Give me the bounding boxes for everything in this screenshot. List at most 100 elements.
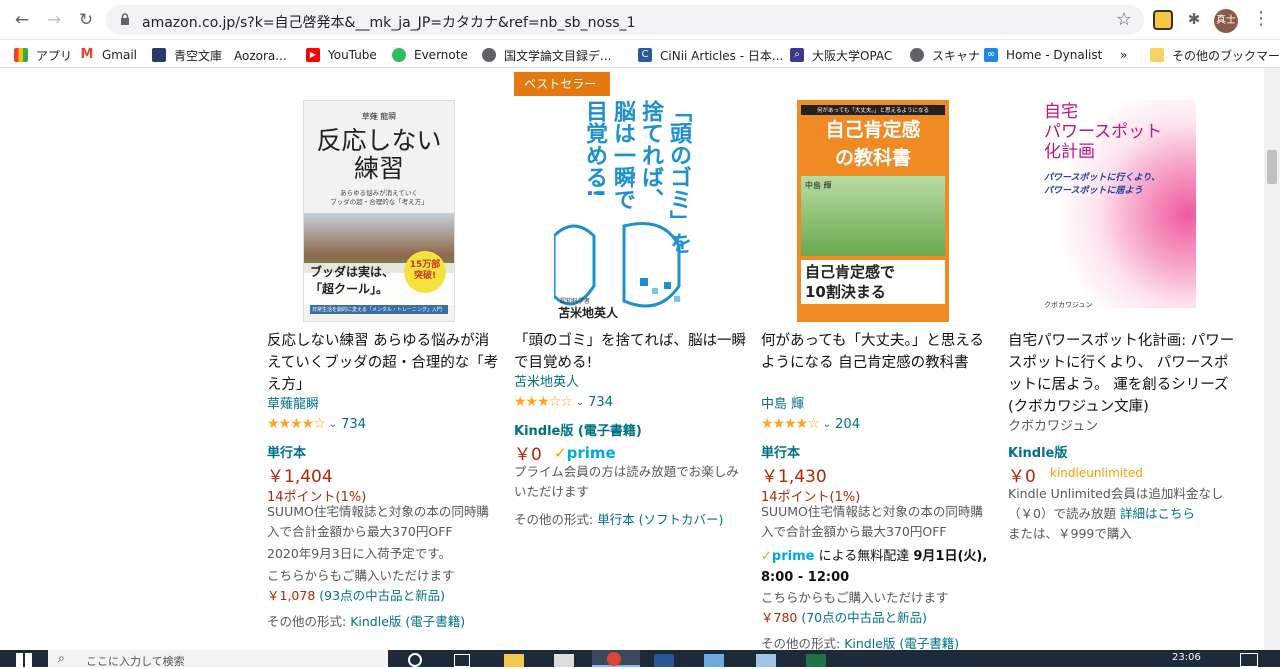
cover-badge: 15万部 突破! bbox=[404, 251, 446, 293]
cover-footer: 日常生活を劇的に変える「メンタル・トレーニング」入門 bbox=[310, 305, 448, 314]
product-image[interactable]: 草薙 龍瞬 反応しない 練習 あらゆる悩みが消えていく ブッダの超・合理的な「考… bbox=[303, 100, 455, 322]
bookmark-apps[interactable]: アプリ bbox=[14, 46, 72, 64]
cortana-icon[interactable] bbox=[408, 653, 422, 667]
app-icon[interactable] bbox=[756, 654, 776, 667]
taskbar-search-box[interactable]: ⌕ ここに入力して検索 bbox=[48, 650, 388, 668]
excel-icon[interactable] bbox=[806, 654, 826, 667]
product-image[interactable]: 自宅 パワースポット 化計画 パワースポットに行くより、 パワースポットに居よう… bbox=[1038, 100, 1196, 308]
format-link[interactable]: Kindle版 (電子書籍) bbox=[514, 420, 642, 439]
taskbar-clock[interactable]: 23:06 bbox=[1172, 652, 1201, 663]
evernote-icon bbox=[392, 48, 406, 62]
product-image[interactable]: 「頭のゴミ」を 捨てれば、 脳は一瞬で 目覚める! 認知科学者 苫米地英人 bbox=[554, 98, 696, 322]
prime-check-icon: ✓ bbox=[554, 444, 567, 462]
product-price[interactable]: ￥1,430 bbox=[761, 462, 827, 487]
format-link[interactable]: Kindle版 bbox=[1008, 442, 1067, 461]
product-title[interactable]: 反応しない練習 あらゆる悩みが消えていくブッダの超・合理的な「考え方」 bbox=[267, 330, 499, 396]
puzzle-icon[interactable]: ✱ bbox=[1184, 10, 1204, 30]
bookmark-other[interactable]: その他のブックマーク bbox=[1150, 46, 1280, 64]
reload-icon[interactable]: ↻ bbox=[76, 10, 96, 30]
cover-title: 反応しない 練習 bbox=[316, 126, 442, 183]
format-link[interactable]: 単行本 bbox=[761, 442, 800, 461]
details-link[interactable]: 詳細はこちら bbox=[1120, 506, 1195, 521]
cover-top-line: 何があっても「大丈夫。」と思えるようになる bbox=[801, 105, 945, 115]
windows-start-icon[interactable] bbox=[16, 653, 32, 667]
product-author[interactable]: 苫米地英人 bbox=[514, 371, 579, 390]
bookmark-label: Home - Dynalist bbox=[1006, 48, 1103, 62]
product-rating[interactable]: ★★★☆☆ ⌄ 734 bbox=[514, 394, 613, 410]
product-image[interactable]: 何があっても「大丈夫。」と思えるようになる 自己肯定感 の教科書 中島 輝 自己… bbox=[797, 100, 949, 322]
other-formats: その他の形式: Kindle版 (電子書籍) bbox=[267, 612, 499, 632]
used-offers-link[interactable]: (93点の中古品と新品) bbox=[319, 588, 445, 603]
scrollbar-thumb[interactable] bbox=[1267, 150, 1277, 184]
bookmarks-overflow-button[interactable]: » bbox=[1120, 46, 1127, 64]
chevron-down-icon: ⌄ bbox=[822, 418, 832, 430]
product-author[interactable]: 草薙龍瞬 bbox=[267, 393, 319, 412]
apps-grid-icon bbox=[14, 48, 28, 62]
product-title[interactable]: 自宅パワースポット化計画: パワースポットに行くより、 パワースポットに居よう。… bbox=[1008, 330, 1240, 418]
bookmark-osaka-opac[interactable]: ⌕ 大阪大学OPAC bbox=[790, 46, 892, 64]
chevron-down-icon: ⌄ bbox=[328, 418, 338, 430]
other-formats-label: その他の形式: bbox=[761, 636, 841, 650]
forward-icon[interactable]: → bbox=[44, 10, 64, 30]
explorer-icon[interactable] bbox=[504, 654, 524, 667]
search-results: 草薙 龍瞬 反応しない 練習 あらゆる悩みが消えていく ブッダの超・合理的な「考… bbox=[0, 68, 1264, 650]
rating-count: 204 bbox=[835, 416, 860, 432]
rating-count: 734 bbox=[588, 394, 613, 410]
star-rating-icon: ★★★★☆ bbox=[267, 416, 326, 432]
bookmark-youtube[interactable]: ▶ YouTube bbox=[306, 46, 377, 64]
product-rating[interactable]: ★★★★☆ ⌄ 734 bbox=[267, 416, 366, 432]
taskbar: ⌕ ここに入力して検索 23:06 bbox=[0, 650, 1280, 668]
kindle-unlimited-logo: kindleunlimited bbox=[1050, 466, 1143, 480]
product-price[interactable]: ￥1,404 bbox=[267, 462, 333, 487]
bookmark-label: その他のブックマーク bbox=[1172, 48, 1280, 63]
product-author[interactable]: 中島 輝 bbox=[761, 393, 804, 412]
other-formats-label: その他の形式: bbox=[514, 512, 594, 527]
notification-icon[interactable] bbox=[1240, 653, 1258, 667]
store-icon[interactable] bbox=[554, 654, 574, 667]
used-offers-link[interactable]: (70点の中古品と新品) bbox=[801, 610, 927, 625]
app-icon[interactable] bbox=[704, 654, 724, 667]
product-rating[interactable]: ★★★★☆ ⌄ 204 bbox=[761, 416, 860, 432]
bookmarks-bar: アプリ M Gmail 青空文庫 Aozora... ▶ YouTube Evern… bbox=[0, 40, 1280, 68]
other-format-link[interactable]: Kindle版 (電子書籍) bbox=[844, 636, 959, 650]
cover-subtitle: パワースポットに行くより、 パワースポットに居よう bbox=[1044, 173, 1161, 196]
menu-icon[interactable]: ⋮ bbox=[1252, 8, 1270, 29]
used-price: ￥1,078 bbox=[267, 588, 316, 603]
gmail-icon: M bbox=[80, 47, 94, 62]
youtube-icon: ▶ bbox=[306, 48, 320, 62]
bookmark-aozora[interactable]: 青空文庫 Aozora... bbox=[152, 46, 287, 64]
other-format-link[interactable]: Kindle版 (電子書籍) bbox=[350, 614, 465, 629]
format-link[interactable]: 単行本 bbox=[267, 442, 306, 461]
url-text[interactable]: amazon.co.jp/s?k=自己啓発本&__mk_ja_JP=カタカナ&r… bbox=[142, 12, 636, 32]
product-title[interactable]: 何があっても「大丈夫。」と思えるようになる 自己肯定感の教科書 bbox=[761, 330, 993, 374]
other-buy-note: こちらからもご購入いただけます bbox=[267, 568, 455, 583]
other-format-link[interactable]: 単行本 (ソフトカバー) bbox=[597, 512, 723, 527]
bookmark-evernote[interactable]: Evernote bbox=[392, 46, 468, 64]
cover-title: 自宅 パワースポット 化計画 bbox=[1044, 102, 1163, 162]
bookmark-scanner[interactable]: スキャナ bbox=[910, 46, 980, 64]
extension-icon[interactable] bbox=[1153, 10, 1173, 30]
bookmark-kokubungaku[interactable]: 国文学論文目録デ... bbox=[482, 46, 611, 64]
bookmark-cinii[interactable]: C CiNii Articles - 日本... bbox=[638, 46, 783, 64]
bookmark-label: YouTube bbox=[328, 48, 377, 62]
chrome-taskbar-button[interactable] bbox=[592, 650, 640, 667]
bookmark-dynalist[interactable]: ∞ Home - Dynalist bbox=[984, 46, 1102, 64]
address-bar[interactable]: amazon.co.jp/s?k=自己啓発本&__mk_ja_JP=カタカナ&r… bbox=[106, 5, 1144, 35]
prime-check-icon: ✓ bbox=[761, 549, 772, 564]
chrome-icon bbox=[607, 652, 621, 666]
product-title[interactable]: 「頭のゴミ」を捨てれば、脳は一瞬で目覚める! bbox=[514, 330, 746, 374]
avatar[interactable]: 真士 bbox=[1214, 9, 1238, 33]
cover-author: 中島 輝 bbox=[805, 181, 832, 190]
scrollbar[interactable] bbox=[1264, 68, 1280, 650]
prime-label: prime bbox=[771, 549, 815, 564]
bookmark-label: Gmail bbox=[102, 48, 138, 62]
search-icon: ⌕ bbox=[790, 48, 804, 62]
bookmark-label: アプリ bbox=[36, 48, 73, 63]
word-icon[interactable] bbox=[654, 654, 674, 667]
bookmark-gmail[interactable]: M Gmail bbox=[80, 46, 137, 64]
back-icon[interactable]: ← bbox=[12, 10, 32, 30]
bookmark-star-icon[interactable]: ☆ bbox=[1116, 9, 1132, 30]
task-view-icon[interactable] bbox=[454, 654, 470, 667]
cinii-icon: C bbox=[638, 48, 652, 62]
chevron-down-icon: ⌄ bbox=[575, 396, 585, 408]
